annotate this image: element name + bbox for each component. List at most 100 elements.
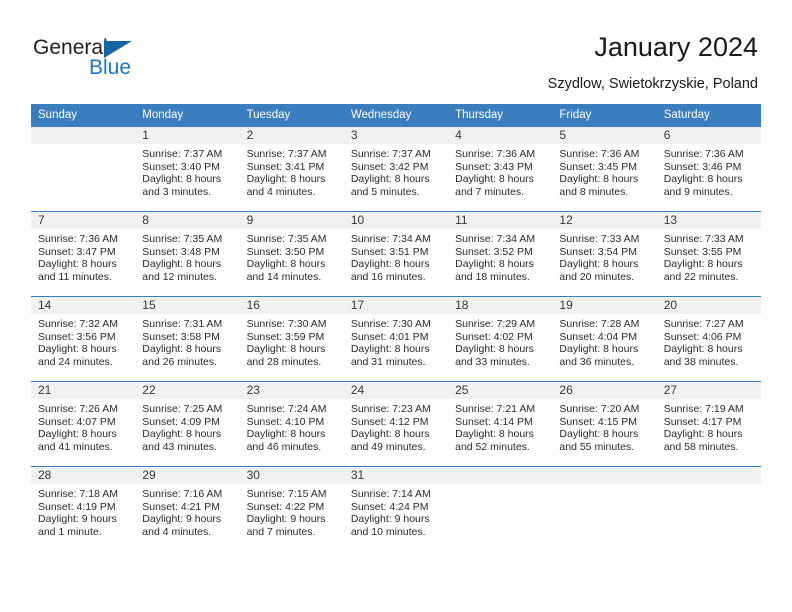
calendar-day-cell[interactable]: 25 Sunrise: 7:21 AM Sunset: 4:14 PM Dayligh… bbox=[448, 381, 553, 467]
day-detail-sunset: Sunset: 4:07 PM bbox=[38, 415, 116, 428]
calendar-day-cell-inner: 13 Sunrise: 7:33 AM Sunset: 3:55 PM Dayligh… bbox=[656, 212, 761, 296]
calendar-day-cell-inner bbox=[552, 467, 657, 551]
day-details: Sunrise: 7:36 AM Sunset: 3:43 PM Daylight:… bbox=[448, 144, 552, 198]
day-number: 30 bbox=[239, 467, 344, 484]
day-detail-sunrise: Sunrise: 7:29 AM bbox=[455, 318, 536, 330]
calendar-day-cell-inner: 27 Sunrise: 7:19 AM Sunset: 4:17 PM Dayligh… bbox=[656, 382, 761, 466]
day-detail-sunrise: Sunrise: 7:32 AM bbox=[38, 318, 118, 330]
calendar-day-cell-inner: 18 Sunrise: 7:29 AM Sunset: 4:02 PM Dayligh… bbox=[448, 297, 553, 381]
day-detail-daylight1: Daylight: 8 hours bbox=[246, 258, 326, 271]
day-number: 3 bbox=[343, 127, 449, 144]
weekday-header-sunday: Sunday bbox=[31, 104, 136, 127]
day-details: Sunrise: 7:27 AM Sunset: 4:06 PM Daylight:… bbox=[657, 314, 761, 368]
day-details: Sunrise: 7:35 AM Sunset: 3:50 PM Daylight:… bbox=[240, 229, 344, 283]
calendar-day-cell[interactable]: 13 Sunrise: 7:33 AM Sunset: 3:55 PM Dayligh… bbox=[656, 211, 761, 297]
calendar-day-cell[interactable]: 26 Sunrise: 7:20 AM Sunset: 4:15 PM Dayligh… bbox=[552, 381, 657, 467]
calendar-day-cell[interactable]: 3 Sunrise: 7:37 AM Sunset: 3:42 PM Daylight… bbox=[343, 126, 449, 212]
calendar-day-cell-inner: 15 Sunrise: 7:31 AM Sunset: 3:58 PM Dayligh… bbox=[135, 297, 240, 381]
calendar-day-cell[interactable]: 20 Sunrise: 7:27 AM Sunset: 4:06 PM Dayligh… bbox=[656, 296, 761, 382]
weekday-header-thursday: Thursday bbox=[448, 104, 553, 127]
day-detail-daylight1: Daylight: 8 hours bbox=[350, 428, 430, 441]
calendar-day-cell[interactable]: 27 Sunrise: 7:19 AM Sunset: 4:17 PM Dayligh… bbox=[656, 381, 761, 467]
day-number: 7 bbox=[31, 212, 136, 229]
day-detail-sunset: Sunset: 4:06 PM bbox=[663, 330, 742, 343]
calendar-day-cell[interactable]: 31 Sunrise: 7:14 AM Sunset: 4:24 PM Dayligh… bbox=[343, 466, 449, 551]
day-detail-sunset: Sunset: 3:56 PM bbox=[38, 330, 116, 343]
calendar-day-cell[interactable]: 21 Sunrise: 7:26 AM Sunset: 4:07 PM Dayligh… bbox=[31, 381, 136, 467]
weekday-header-monday: Monday bbox=[135, 104, 240, 127]
weekday-header-wednesday: Wednesday bbox=[343, 104, 449, 127]
calendar-day-cell[interactable]: 24 Sunrise: 7:23 AM Sunset: 4:12 PM Dayligh… bbox=[343, 381, 449, 467]
calendar-day-cell-inner: 9 Sunrise: 7:35 AM Sunset: 3:50 PM Daylight… bbox=[239, 212, 344, 296]
day-detail-sunset: Sunset: 4:15 PM bbox=[559, 415, 638, 428]
day-details: Sunrise: 7:34 AM Sunset: 3:52 PM Daylight:… bbox=[448, 229, 552, 283]
day-details: Sunrise: 7:32 AM Sunset: 3:56 PM Daylight:… bbox=[31, 314, 135, 368]
calendar-day-cell[interactable]: 12 Sunrise: 7:33 AM Sunset: 3:54 PM Dayligh… bbox=[552, 211, 657, 297]
day-number: 10 bbox=[343, 212, 449, 229]
calendar-day-cell[interactable]: 7 Sunrise: 7:36 AM Sunset: 3:47 PM Daylight… bbox=[31, 211, 136, 297]
day-detail-daylight1: Daylight: 8 hours bbox=[663, 343, 743, 356]
day-detail-sunset: Sunset: 3:59 PM bbox=[246, 330, 325, 343]
day-detail-sunrise: Sunrise: 7:28 AM bbox=[559, 318, 640, 330]
calendar-day-cell[interactable]: 16 Sunrise: 7:30 AM Sunset: 3:59 PM Dayligh… bbox=[239, 296, 344, 382]
calendar-day-cell[interactable]: 19 Sunrise: 7:28 AM Sunset: 4:04 PM Dayligh… bbox=[552, 296, 657, 382]
day-number: 18 bbox=[448, 297, 553, 314]
day-detail-daylight2: and 46 minutes. bbox=[246, 440, 322, 453]
calendar-day-cell[interactable]: 15 Sunrise: 7:31 AM Sunset: 3:58 PM Dayligh… bbox=[135, 296, 240, 382]
day-detail-sunset: Sunset: 3:40 PM bbox=[142, 160, 220, 173]
calendar-day-cell[interactable]: 17 Sunrise: 7:30 AM Sunset: 4:01 PM Dayligh… bbox=[343, 296, 449, 382]
calendar-day-cell[interactable]: 1 Sunrise: 7:37 AM Sunset: 3:40 PM Daylight… bbox=[135, 126, 240, 212]
day-detail-daylight2: and 28 minutes. bbox=[246, 355, 322, 368]
day-number: 13 bbox=[656, 212, 761, 229]
calendar-day-cell-inner: 10 Sunrise: 7:34 AM Sunset: 3:51 PM Dayligh… bbox=[343, 212, 449, 296]
day-detail-daylight2: and 5 minutes. bbox=[350, 185, 420, 198]
day-detail-sunrise: Sunrise: 7:37 AM bbox=[350, 148, 431, 160]
calendar-day-cell[interactable]: 5 Sunrise: 7:36 AM Sunset: 3:45 PM Daylight… bbox=[552, 126, 657, 212]
calendar-day-cell-inner: 5 Sunrise: 7:36 AM Sunset: 3:45 PM Daylight… bbox=[552, 127, 657, 211]
calendar-page: General Blue January 2024 Szydlow, Swiet… bbox=[0, 0, 792, 612]
calendar-day-cell[interactable]: 28 Sunrise: 7:18 AM Sunset: 4:19 PM Dayligh… bbox=[31, 466, 136, 551]
calendar-day-cell-inner: 11 Sunrise: 7:34 AM Sunset: 3:52 PM Dayligh… bbox=[448, 212, 553, 296]
day-number: 6 bbox=[656, 127, 761, 144]
weekday-header-friday: Friday bbox=[552, 104, 657, 127]
day-details: Sunrise: 7:36 AM Sunset: 3:45 PM Daylight:… bbox=[552, 144, 656, 198]
day-detail-sunset: Sunset: 4:01 PM bbox=[350, 330, 429, 343]
calendar-day-cell-inner: 30 Sunrise: 7:15 AM Sunset: 4:22 PM Dayligh… bbox=[239, 467, 344, 551]
day-details: Sunrise: 7:15 AM Sunset: 4:22 PM Daylight:… bbox=[240, 484, 344, 538]
day-detail-sunrise: Sunrise: 7:31 AM bbox=[142, 318, 223, 330]
day-details: Sunrise: 7:37 AM Sunset: 3:41 PM Daylight:… bbox=[240, 144, 344, 198]
calendar-day-cell[interactable]: 8 Sunrise: 7:35 AM Sunset: 3:48 PM Daylight… bbox=[135, 211, 240, 297]
calendar-day-cell[interactable]: 11 Sunrise: 7:34 AM Sunset: 3:52 PM Dayligh… bbox=[448, 211, 553, 297]
day-detail-sunrise: Sunrise: 7:16 AM bbox=[142, 488, 223, 500]
calendar-day-cell[interactable]: 18 Sunrise: 7:29 AM Sunset: 4:02 PM Dayligh… bbox=[448, 296, 553, 382]
calendar-day-cell[interactable]: 4 Sunrise: 7:36 AM Sunset: 3:43 PM Daylight… bbox=[448, 126, 553, 212]
day-detail-daylight2: and 20 minutes. bbox=[559, 270, 635, 283]
calendar-header-row: Sunday Monday Tuesday Wednesday Thursday… bbox=[31, 104, 761, 127]
day-details: Sunrise: 7:37 AM Sunset: 3:42 PM Daylight:… bbox=[344, 144, 448, 198]
calendar-day-cell-inner: 16 Sunrise: 7:30 AM Sunset: 3:59 PM Dayligh… bbox=[239, 297, 344, 381]
calendar-day-cell[interactable]: 23 Sunrise: 7:24 AM Sunset: 4:10 PM Dayligh… bbox=[239, 381, 344, 467]
calendar-day-cell-inner: 26 Sunrise: 7:20 AM Sunset: 4:15 PM Dayligh… bbox=[552, 382, 657, 466]
calendar-day-cell[interactable]: 14 Sunrise: 7:32 AM Sunset: 3:56 PM Dayligh… bbox=[31, 296, 136, 382]
day-detail-sunrise: Sunrise: 7:26 AM bbox=[38, 403, 118, 415]
day-number: 23 bbox=[239, 382, 344, 399]
day-number: 20 bbox=[656, 297, 761, 314]
calendar-day-cell[interactable]: 30 Sunrise: 7:15 AM Sunset: 4:22 PM Dayligh… bbox=[239, 466, 344, 551]
calendar-day-cell[interactable]: 6 Sunrise: 7:36 AM Sunset: 3:46 PM Daylight… bbox=[656, 126, 761, 212]
calendar-day-cell[interactable]: 2 Sunrise: 7:37 AM Sunset: 3:41 PM Daylight… bbox=[239, 126, 344, 212]
calendar-day-cell[interactable]: 10 Sunrise: 7:34 AM Sunset: 3:51 PM Dayligh… bbox=[343, 211, 449, 297]
calendar-week-row: 7 Sunrise: 7:36 AM Sunset: 3:47 PM Daylight… bbox=[31, 211, 761, 297]
calendar-day-cell[interactable]: 29 Sunrise: 7:16 AM Sunset: 4:21 PM Dayligh… bbox=[135, 466, 240, 551]
calendar-day-cell-inner bbox=[448, 467, 553, 551]
day-number: 31 bbox=[343, 467, 449, 484]
day-number: 11 bbox=[448, 212, 553, 229]
day-detail-daylight2: and 49 minutes. bbox=[350, 440, 426, 453]
day-detail-daylight1: Daylight: 8 hours bbox=[455, 343, 534, 356]
calendar-day-cell[interactable]: 22 Sunrise: 7:25 AM Sunset: 4:09 PM Dayligh… bbox=[135, 381, 240, 467]
day-number: 2 bbox=[239, 127, 344, 144]
general-blue-logo[interactable]: General Blue bbox=[33, 36, 193, 86]
day-detail-sunset: Sunset: 4:02 PM bbox=[455, 330, 533, 343]
day-details: Sunrise: 7:34 AM Sunset: 3:51 PM Daylight:… bbox=[344, 229, 448, 283]
calendar-day-cell-inner bbox=[656, 467, 761, 551]
calendar-day-cell[interactable]: 9 Sunrise: 7:35 AM Sunset: 3:50 PM Daylight… bbox=[239, 211, 344, 297]
